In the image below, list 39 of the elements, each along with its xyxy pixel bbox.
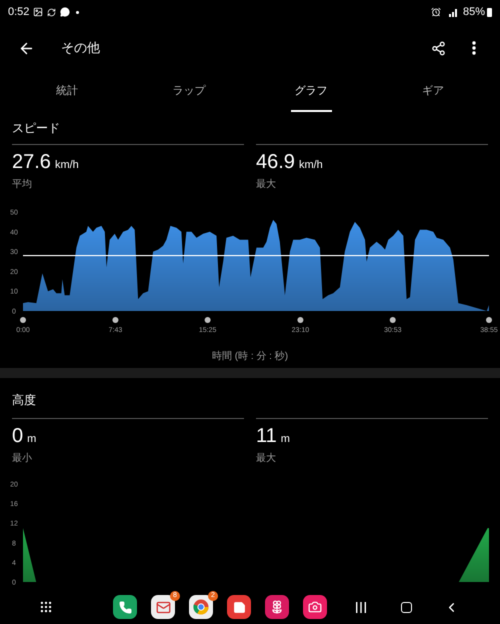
sync-icon [47, 8, 56, 16]
stat-label: 平均 [12, 178, 33, 192]
axis-title: 時間 (時 : 分 : 秒) [212, 350, 288, 364]
stat-value: 11 m [256, 424, 291, 449]
gallery-icon [33, 7, 44, 17]
tick-dot [20, 317, 26, 323]
page-title: その他 [61, 39, 100, 58]
app-icon[interactable] [189, 595, 213, 619]
status-time: 0:52 [8, 4, 30, 20]
app-icon[interactable] [113, 595, 137, 619]
alarm-icon [430, 7, 441, 17]
app-icon[interactable] [265, 595, 289, 619]
apps-button[interactable] [38, 599, 54, 615]
battery-icon [487, 8, 492, 16]
chat-icon [60, 7, 70, 17]
section-title: 高度 [12, 392, 36, 409]
stat-value: 0 m [12, 424, 38, 449]
stat-label: 最大 [256, 452, 277, 466]
tick-dot [204, 317, 211, 323]
tick-dot [486, 317, 492, 323]
tick-dot [112, 317, 118, 323]
stat-label: 最小 [12, 452, 33, 466]
app-icon[interactable] [303, 595, 327, 619]
tab[interactable]: グラフ [290, 72, 332, 112]
stat-label: 最大 [256, 178, 277, 192]
recents-icon [356, 602, 366, 612]
tab[interactable]: 統計 [52, 72, 82, 112]
tab[interactable]: ギア [418, 72, 448, 112]
stat-value: 46.9 km/h [256, 150, 324, 175]
stat-value: 27.6 km/h [12, 150, 80, 175]
tick-dot [390, 317, 396, 323]
tick-dot [297, 317, 304, 323]
envelope-icon [156, 600, 170, 614]
tab[interactable]: ラップ [168, 72, 210, 112]
app-icon[interactable] [227, 595, 251, 619]
app-icon[interactable] [151, 595, 175, 619]
battery-percent: 85% [462, 4, 485, 20]
section-title: スピード [12, 120, 60, 137]
more-icon [472, 41, 476, 55]
